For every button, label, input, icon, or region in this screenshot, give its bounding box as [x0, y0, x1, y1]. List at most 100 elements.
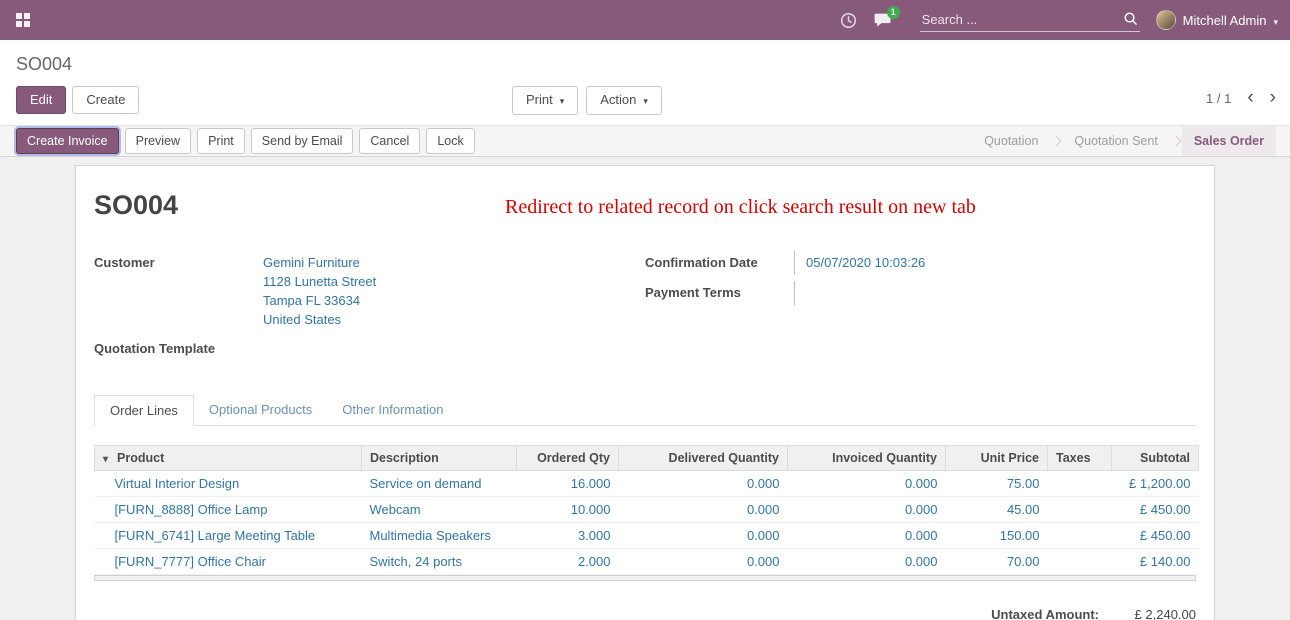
- create-invoice-button[interactable]: Create Invoice: [16, 128, 119, 154]
- breadcrumb-item: SO004: [16, 54, 72, 74]
- column-header-delivered-quantity[interactable]: Delivered Quantity: [619, 446, 788, 471]
- field-payment-terms: Payment Terms: [645, 281, 1196, 305]
- order-line-row[interactable]: [FURN_7777] Office Chair Switch, 24 port…: [95, 549, 1199, 575]
- cell-product: Virtual Interior Design: [95, 471, 362, 497]
- pager-previous-button[interactable]: [1247, 89, 1253, 107]
- field-quotation-template: Quotation Template: [94, 337, 645, 361]
- breadcrumb: SO004: [0, 40, 1290, 77]
- column-header-product[interactable]: Product: [95, 446, 362, 471]
- control-panel: Edit Create Print Action 1 / 1: [0, 77, 1290, 123]
- cell-unit-price: 150.00: [946, 523, 1048, 549]
- print-button[interactable]: Print: [197, 128, 245, 154]
- chevron-down-icon: [1273, 13, 1278, 28]
- column-header-unit-price[interactable]: Unit Price: [946, 446, 1048, 471]
- cell-invoiced-qty: 0.000: [788, 549, 946, 575]
- cell-ordered-qty: 16.000: [517, 471, 619, 497]
- lock-button[interactable]: Lock: [426, 128, 474, 154]
- column-header-invoiced-quantity[interactable]: Invoiced Quantity: [788, 446, 946, 471]
- top-navbar: 1 Mitchell Admin: [0, 0, 1290, 40]
- cell-ordered-qty: 10.000: [517, 497, 619, 523]
- cell-subtotal: £ 450.00: [1112, 497, 1199, 523]
- chevron-down-icon: [636, 92, 648, 107]
- cancel-button[interactable]: Cancel: [359, 128, 420, 154]
- action-menu-label: Action: [600, 92, 636, 107]
- totals-row: Untaxed Amount: £ 2,240.00: [94, 607, 1196, 620]
- field-confirmation-date: Confirmation Date 05/07/2020 10:03:26: [645, 251, 1196, 275]
- avatar: [1156, 10, 1176, 30]
- edit-button[interactable]: Edit: [16, 86, 66, 114]
- quotation-template-label: Quotation Template: [94, 337, 252, 361]
- user-menu[interactable]: Mitchell Admin: [1156, 10, 1278, 30]
- table-horizontal-scrollbar[interactable]: [94, 575, 1196, 581]
- customer-address-line: Tampa FL 33634: [263, 291, 376, 310]
- cell-delivered-qty: 0.000: [619, 523, 788, 549]
- quotation-template-value: [252, 337, 263, 361]
- print-menu-label: Print: [526, 92, 553, 107]
- customer-address-line: 1128 Lunetta Street: [263, 272, 376, 291]
- cell-delivered-qty: 0.000: [619, 549, 788, 575]
- cell-subtotal: £ 450.00: [1112, 523, 1199, 549]
- order-lines-table: Product Description Ordered Qty Delivere…: [94, 445, 1199, 575]
- confirmation-date-label: Confirmation Date: [645, 251, 795, 275]
- untaxed-amount-label: Untaxed Amount:: [991, 607, 1099, 620]
- cell-description: Service on demand: [362, 471, 517, 497]
- apps-menu-icon[interactable]: [16, 13, 30, 27]
- statusbar: Create Invoice Preview Print Send by Ema…: [0, 125, 1290, 157]
- cell-product: [FURN_8888] Office Lamp: [95, 497, 362, 523]
- create-button[interactable]: Create: [72, 86, 139, 114]
- payment-terms-value: [795, 281, 806, 305]
- cell-unit-price: 70.00: [946, 549, 1048, 575]
- cell-unit-price: 75.00: [946, 471, 1048, 497]
- customer-address-line: United States: [263, 310, 376, 329]
- column-header-ordered-qty[interactable]: Ordered Qty: [517, 446, 619, 471]
- column-header-taxes[interactable]: Taxes: [1048, 446, 1112, 471]
- search-input[interactable]: [920, 9, 1140, 32]
- cell-subtotal: £ 1,200.00: [1112, 471, 1199, 497]
- cell-invoiced-qty: 0.000: [788, 497, 946, 523]
- chevron-separator-icon: [1051, 135, 1062, 146]
- column-header-description[interactable]: Description: [362, 446, 517, 471]
- order-line-row[interactable]: [FURN_8888] Office Lamp Webcam 10.000 0.…: [95, 497, 1199, 523]
- print-menu-button[interactable]: Print: [512, 86, 578, 115]
- send-by-email-button[interactable]: Send by Email: [251, 128, 354, 154]
- payment-terms-label: Payment Terms: [645, 281, 795, 305]
- cell-delivered-qty: 0.000: [619, 497, 788, 523]
- cell-taxes: [1048, 523, 1112, 549]
- untaxed-amount-value: £ 2,240.00: [1099, 607, 1196, 620]
- user-name: Mitchell Admin: [1183, 13, 1267, 28]
- search-icon[interactable]: [1123, 11, 1138, 29]
- column-header-subtotal[interactable]: Subtotal: [1112, 446, 1199, 471]
- cell-taxes: [1048, 497, 1112, 523]
- status-step-quotation-sent[interactable]: Quotation Sent: [1062, 126, 1169, 156]
- customer-link[interactable]: Gemini Furniture: [263, 253, 376, 272]
- order-line-row[interactable]: Virtual Interior Design Service on deman…: [95, 471, 1199, 497]
- activities-clock-icon[interactable]: [840, 12, 857, 29]
- pager: 1 / 1: [1206, 89, 1276, 107]
- cell-ordered-qty: 2.000: [517, 549, 619, 575]
- pager-next-button[interactable]: [1270, 89, 1276, 107]
- unread-count-badge: 1: [887, 6, 900, 19]
- cell-subtotal: £ 140.00: [1112, 549, 1199, 575]
- tab-order-lines[interactable]: Order Lines: [94, 395, 194, 426]
- tab-optional-products[interactable]: Optional Products: [194, 395, 327, 426]
- status-step-sales-order[interactable]: Sales Order: [1182, 126, 1276, 156]
- cell-invoiced-qty: 0.000: [788, 523, 946, 549]
- form-sheet: SO004 Redirect to related record on clic…: [75, 165, 1215, 620]
- action-menu-button[interactable]: Action: [586, 86, 662, 115]
- confirmation-date-value: 05/07/2020 10:03:26: [795, 251, 925, 275]
- messages-chat-icon[interactable]: 1: [873, 12, 892, 29]
- cell-product: [FURN_7777] Office Chair: [95, 549, 362, 575]
- preview-button[interactable]: Preview: [125, 128, 191, 154]
- caret-down-icon: [103, 451, 117, 465]
- cell-taxes: [1048, 471, 1112, 497]
- cell-taxes: [1048, 549, 1112, 575]
- order-line-row[interactable]: [FURN_6741] Large Meeting Table Multimed…: [95, 523, 1199, 549]
- field-customer: Customer Gemini Furniture 1128 Lunetta S…: [94, 251, 645, 331]
- status-step-quotation[interactable]: Quotation: [972, 126, 1050, 156]
- cell-invoiced-qty: 0.000: [788, 471, 946, 497]
- chevron-separator-icon: [1170, 135, 1181, 146]
- cell-description: Switch, 24 ports: [362, 549, 517, 575]
- tab-other-information[interactable]: Other Information: [327, 395, 458, 426]
- annotation-text: Redirect to related record on click sear…: [505, 196, 976, 219]
- cell-description: Multimedia Speakers: [362, 523, 517, 549]
